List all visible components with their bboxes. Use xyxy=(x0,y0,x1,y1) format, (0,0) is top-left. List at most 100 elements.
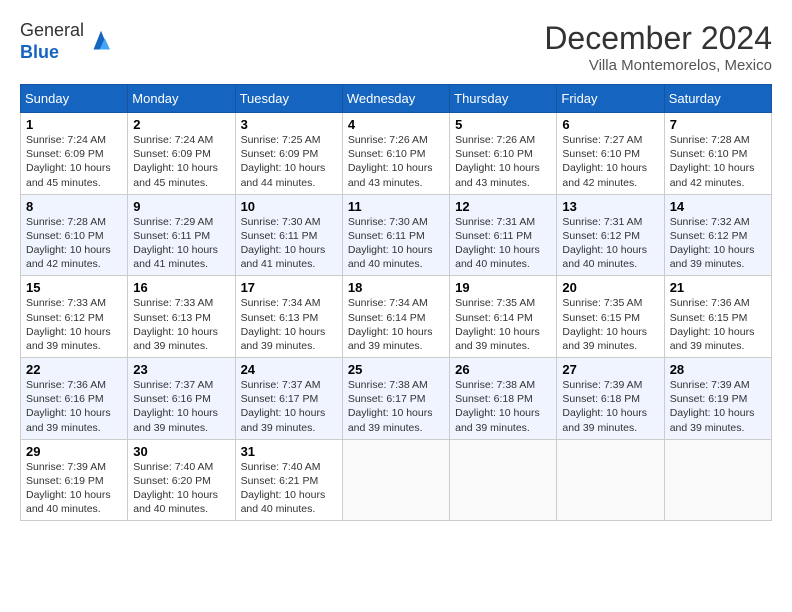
calendar-day-cell xyxy=(450,439,557,521)
day-info: Sunrise: 7:35 AM Sunset: 6:15 PM Dayligh… xyxy=(562,297,647,352)
calendar-day-cell: 5 Sunrise: 7:26 AM Sunset: 6:10 PM Daylig… xyxy=(450,113,557,195)
day-number: 2 xyxy=(133,117,229,132)
calendar-day-cell: 31Sunrise: 7:40 AM Sunset: 6:21 PM Dayli… xyxy=(235,439,342,521)
day-number: 3 xyxy=(241,117,337,132)
weekday-header-row: SundayMondayTuesdayWednesdayThursdayFrid… xyxy=(21,85,772,113)
day-number: 20 xyxy=(562,280,658,295)
calendar-day-cell: 17Sunrise: 7:34 AM Sunset: 6:13 PM Dayli… xyxy=(235,276,342,358)
weekday-header: Sunday xyxy=(21,85,128,113)
weekday-header: Wednesday xyxy=(342,85,449,113)
calendar-day-cell: 11 Sunrise: 7:30 AM Sunset: 6:11 PM Dayli… xyxy=(342,194,449,276)
day-number: 15 xyxy=(26,280,122,295)
calendar-day-cell: 20 Sunrise: 7:35 AM Sunset: 6:15 PM Dayli… xyxy=(557,276,664,358)
calendar-week-row: 15 Sunrise: 7:33 AM Sunset: 6:12 PM Dayli… xyxy=(21,276,772,358)
calendar-day-cell: 8 Sunrise: 7:28 AM Sunset: 6:10 PM Daylig… xyxy=(21,194,128,276)
calendar-day-cell: 10Sunrise: 7:30 AM Sunset: 6:11 PM Dayli… xyxy=(235,194,342,276)
day-number: 30 xyxy=(133,444,229,459)
day-number: 14 xyxy=(670,199,766,214)
calendar-day-cell: 12 Sunrise: 7:31 AM Sunset: 6:11 PM Dayli… xyxy=(450,194,557,276)
calendar-week-row: 8 Sunrise: 7:28 AM Sunset: 6:10 PM Daylig… xyxy=(21,194,772,276)
calendar-day-cell xyxy=(342,439,449,521)
day-number: 10 xyxy=(241,199,337,214)
logo-general: General xyxy=(20,20,84,40)
day-number: 23 xyxy=(133,362,229,377)
day-info: Sunrise: 7:31 AM Sunset: 6:12 PM Dayligh… xyxy=(562,216,647,271)
day-info: Sunrise: 7:35 AM Sunset: 6:14 PM Dayligh… xyxy=(455,297,540,352)
month-title: December 2024 xyxy=(544,20,772,57)
calendar-day-cell: 18 Sunrise: 7:34 AM Sunset: 6:14 PM Dayli… xyxy=(342,276,449,358)
day-info: Sunrise: 7:34 AM Sunset: 6:14 PM Dayligh… xyxy=(348,297,433,352)
calendar-table: SundayMondayTuesdayWednesdayThursdayFrid… xyxy=(20,84,772,521)
day-info: Sunrise: 7:39 AM Sunset: 6:19 PM Dayligh… xyxy=(670,379,755,434)
calendar-day-cell xyxy=(557,439,664,521)
day-info: Sunrise: 7:24 AM Sunset: 6:09 PM Dayligh… xyxy=(133,134,218,189)
day-info: Sunrise: 7:31 AM Sunset: 6:11 PM Dayligh… xyxy=(455,216,540,271)
calendar-week-row: 29 Sunrise: 7:39 AM Sunset: 6:19 PM Dayli… xyxy=(21,439,772,521)
day-number: 7 xyxy=(670,117,766,132)
day-number: 22 xyxy=(26,362,122,377)
day-info: Sunrise: 7:37 AM Sunset: 6:16 PM Dayligh… xyxy=(133,379,218,434)
logo: General Blue xyxy=(20,20,116,63)
logo-blue: Blue xyxy=(20,42,59,62)
calendar-day-cell: 22Sunrise: 7:36 AM Sunset: 6:16 PM Dayli… xyxy=(21,358,128,440)
calendar-week-row: 22Sunrise: 7:36 AM Sunset: 6:16 PM Dayli… xyxy=(21,358,772,440)
day-info: Sunrise: 7:39 AM Sunset: 6:18 PM Dayligh… xyxy=(562,379,647,434)
day-number: 9 xyxy=(133,199,229,214)
calendar-day-cell: 13 Sunrise: 7:31 AM Sunset: 6:12 PM Dayli… xyxy=(557,194,664,276)
day-info: Sunrise: 7:28 AM Sunset: 6:10 PM Dayligh… xyxy=(26,216,111,271)
calendar-day-cell: 21Sunrise: 7:36 AM Sunset: 6:15 PM Dayli… xyxy=(664,276,771,358)
day-info: Sunrise: 7:33 AM Sunset: 6:12 PM Dayligh… xyxy=(26,297,111,352)
day-info: Sunrise: 7:37 AM Sunset: 6:17 PM Dayligh… xyxy=(241,379,326,434)
calendar-day-cell: 26Sunrise: 7:38 AM Sunset: 6:18 PM Dayli… xyxy=(450,358,557,440)
day-number: 18 xyxy=(348,280,444,295)
calendar-day-cell: 27 Sunrise: 7:39 AM Sunset: 6:18 PM Dayli… xyxy=(557,358,664,440)
day-number: 13 xyxy=(562,199,658,214)
day-info: Sunrise: 7:28 AM Sunset: 6:10 PM Dayligh… xyxy=(670,134,755,189)
day-info: Sunrise: 7:29 AM Sunset: 6:11 PM Dayligh… xyxy=(133,216,218,271)
day-number: 19 xyxy=(455,280,551,295)
day-info: Sunrise: 7:26 AM Sunset: 6:10 PM Dayligh… xyxy=(455,134,540,189)
day-info: Sunrise: 7:38 AM Sunset: 6:17 PM Dayligh… xyxy=(348,379,433,434)
calendar-day-cell: 14Sunrise: 7:32 AM Sunset: 6:12 PM Dayli… xyxy=(664,194,771,276)
day-number: 12 xyxy=(455,199,551,214)
weekday-header: Thursday xyxy=(450,85,557,113)
calendar-day-cell: 25 Sunrise: 7:38 AM Sunset: 6:17 PM Dayli… xyxy=(342,358,449,440)
day-number: 4 xyxy=(348,117,444,132)
day-number: 1 xyxy=(26,117,122,132)
day-number: 21 xyxy=(670,280,766,295)
day-number: 25 xyxy=(348,362,444,377)
calendar-day-cell: 23 Sunrise: 7:37 AM Sunset: 6:16 PM Dayli… xyxy=(128,358,235,440)
day-info: Sunrise: 7:39 AM Sunset: 6:19 PM Dayligh… xyxy=(26,461,111,516)
day-info: Sunrise: 7:26 AM Sunset: 6:10 PM Dayligh… xyxy=(348,134,433,189)
calendar-day-cell: 1 Sunrise: 7:24 AM Sunset: 6:09 PM Daylig… xyxy=(21,113,128,195)
day-number: 5 xyxy=(455,117,551,132)
title-block: December 2024 Villa Montemorelos, Mexico xyxy=(544,20,772,74)
page-header: General Blue December 2024 Villa Montemo… xyxy=(20,20,772,74)
day-number: 11 xyxy=(348,199,444,214)
calendar-day-cell: 2 Sunrise: 7:24 AM Sunset: 6:09 PM Daylig… xyxy=(128,113,235,195)
weekday-header: Monday xyxy=(128,85,235,113)
day-info: Sunrise: 7:40 AM Sunset: 6:20 PM Dayligh… xyxy=(133,461,218,516)
calendar-day-cell: 28Sunrise: 7:39 AM Sunset: 6:19 PM Dayli… xyxy=(664,358,771,440)
weekday-header: Tuesday xyxy=(235,85,342,113)
day-number: 29 xyxy=(26,444,122,459)
day-number: 24 xyxy=(241,362,337,377)
calendar-day-cell xyxy=(664,439,771,521)
day-info: Sunrise: 7:25 AM Sunset: 6:09 PM Dayligh… xyxy=(241,134,326,189)
calendar-day-cell: 7 Sunrise: 7:28 AM Sunset: 6:10 PM Daylig… xyxy=(664,113,771,195)
day-info: Sunrise: 7:33 AM Sunset: 6:13 PM Dayligh… xyxy=(133,297,218,352)
day-info: Sunrise: 7:40 AM Sunset: 6:21 PM Dayligh… xyxy=(241,461,326,516)
day-number: 26 xyxy=(455,362,551,377)
calendar-day-cell: 6Sunrise: 7:27 AM Sunset: 6:10 PM Daylig… xyxy=(557,113,664,195)
day-number: 27 xyxy=(562,362,658,377)
day-info: Sunrise: 7:34 AM Sunset: 6:13 PM Dayligh… xyxy=(241,297,326,352)
day-info: Sunrise: 7:30 AM Sunset: 6:11 PM Dayligh… xyxy=(348,216,433,271)
day-number: 8 xyxy=(26,199,122,214)
logo-icon xyxy=(86,27,116,57)
calendar-day-cell: 29 Sunrise: 7:39 AM Sunset: 6:19 PM Dayli… xyxy=(21,439,128,521)
weekday-header: Saturday xyxy=(664,85,771,113)
day-info: Sunrise: 7:27 AM Sunset: 6:10 PM Dayligh… xyxy=(562,134,647,189)
day-info: Sunrise: 7:24 AM Sunset: 6:09 PM Dayligh… xyxy=(26,134,111,189)
day-number: 16 xyxy=(133,280,229,295)
calendar-week-row: 1 Sunrise: 7:24 AM Sunset: 6:09 PM Daylig… xyxy=(21,113,772,195)
